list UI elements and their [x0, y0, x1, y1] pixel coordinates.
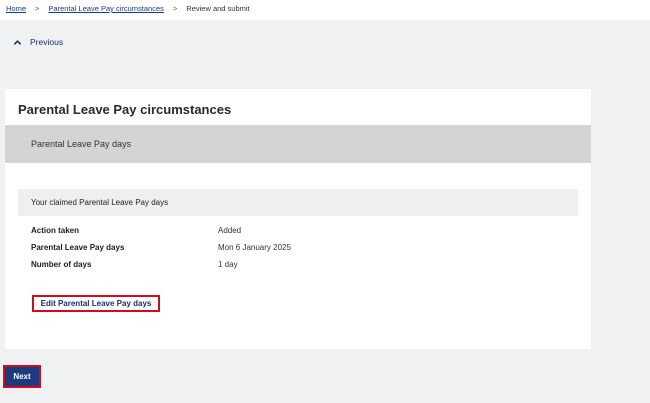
detail-label: Parental Leave Pay days — [31, 243, 125, 252]
edit-leave-days-button[interactable]: Edit Parental Leave Pay days — [32, 295, 160, 312]
top-bar: Home > Parental Leave Pay circumstances … — [0, 0, 650, 20]
detail-label: Action taken — [31, 226, 80, 235]
next-button[interactable]: Next — [3, 365, 41, 388]
previous-button[interactable]: Previous — [13, 37, 63, 47]
breadcrumb-current-page: Review and submit — [186, 4, 250, 13]
review-card: Parental Leave Pay circumstances Parenta… — [5, 89, 591, 349]
claimed-days-header: Your claimed Parental Leave Pay days — [18, 189, 578, 216]
detail-label: Number of days — [31, 260, 92, 269]
detail-value: Added — [218, 226, 242, 235]
breadcrumb-home-link[interactable]: Home — [6, 4, 26, 13]
breadcrumb-separator: > — [35, 4, 40, 13]
claim-details-list: Action taken Added Parental Leave Pay da… — [31, 226, 431, 277]
card-title: Parental Leave Pay circumstances — [18, 102, 232, 117]
claimed-days-heading: Your claimed Parental Leave Pay days — [31, 198, 169, 207]
chevron-up-icon — [13, 38, 22, 47]
detail-row-leave-days: Parental Leave Pay days Mon 6 January 20… — [31, 243, 431, 260]
detail-row-number-of-days: Number of days 1 day — [31, 260, 431, 277]
section-header-label: Parental Leave Pay days — [31, 139, 132, 149]
section-header: Parental Leave Pay days — [5, 125, 591, 163]
breadcrumb-parental-leave-link[interactable]: Parental Leave Pay circumstances — [48, 4, 163, 13]
detail-row-action-taken: Action taken Added — [31, 226, 431, 243]
detail-value: 1 day — [218, 260, 238, 269]
breadcrumb-separator: > — [172, 4, 178, 13]
previous-label: Previous — [30, 37, 64, 47]
detail-value: Mon 6 January 2025 — [218, 243, 291, 252]
breadcrumb: Home > Parental Leave Pay circumstances … — [6, 4, 250, 13]
